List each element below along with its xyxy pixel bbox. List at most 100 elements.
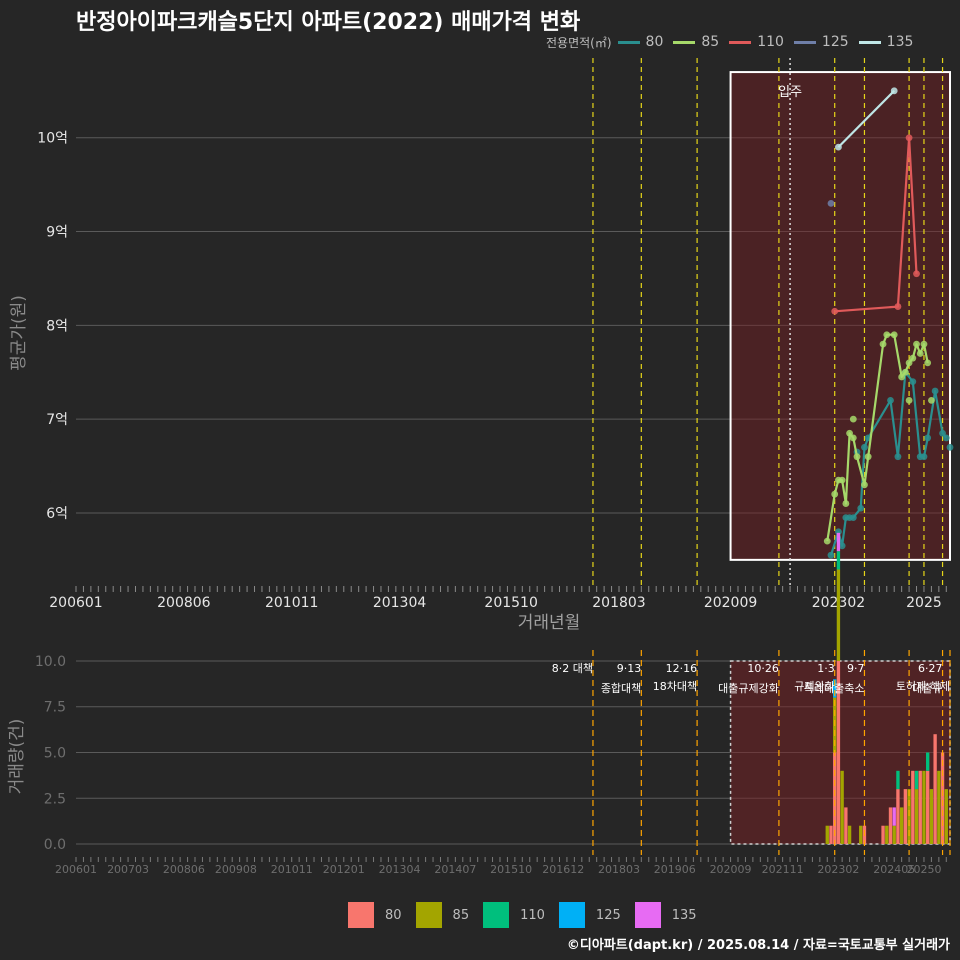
x-tick-label: 201510 [484,595,537,611]
data-point-80 [894,453,902,461]
bar-x-tick-label: 201201 [323,863,365,876]
x-tick-label: 2025 [906,595,942,611]
policy-event-sublabel: 종합대책 [601,682,641,695]
bar-legend-item-85: 85 [415,902,470,928]
legend-item-80: 80 [617,34,664,50]
bar-y-tick-label: 2.5 [44,791,66,807]
policy-event-label: 8·2 대책 [552,662,593,675]
data-point-85 [853,453,861,461]
legend-label: 135 [886,34,914,50]
bar-80 [888,807,893,845]
legend-item-85: 85 [673,34,719,50]
x-tick-label: 202009 [704,595,757,611]
data-point-135 [835,143,842,151]
bar-legend-swatch [415,902,442,928]
bar-80 [829,825,833,845]
y-tick-label: 6억 [46,506,68,522]
bar-legend-item-125: 125 [558,902,621,928]
bar-85 [840,770,844,845]
data-point-80 [942,434,950,442]
data-point-85 [913,340,920,348]
data-point-85 [883,331,891,339]
bar-110 [836,551,841,570]
y-axis-title: 평균가(원) [9,295,29,371]
policy-event-label: 9·7 [847,662,865,675]
bar-110 [926,752,930,771]
bar-80 [881,825,885,845]
data-point-85 [831,490,839,498]
data-point-85 [916,350,924,357]
x-tick-label: 201011 [265,595,318,611]
bar-x-tick-label: 202111 [762,863,804,876]
data-point-80 [946,443,954,451]
policy-event-sublabel: 토허제 해제 [896,679,950,693]
legend-swatch [858,40,881,44]
bar-legend-label: 85 [452,907,470,923]
bar-x-tick-label: 201612 [542,863,584,876]
data-point-85 [842,500,850,507]
data-point-85 [890,331,898,339]
x-tick-label: 201803 [592,595,645,611]
bar-85 [825,825,829,845]
legend-label: 80 [645,34,664,50]
data-point-85 [823,537,831,545]
legend-swatch [729,40,752,44]
policy-event-label: 6·27 [918,662,943,675]
bar-x-tick-label: 202302 [817,863,859,876]
legend-title: 전용면적(㎡) [546,35,612,50]
bar-legend-swatch [483,902,510,928]
y-tick-label: 7억 [46,412,68,428]
data-point-135 [890,87,898,95]
data-point-85 [905,396,913,404]
data-point-85 [849,434,857,442]
source-footer: ©디아파트(dapt.kr) / 2025.08.14 / 자료=국토교통부 실… [566,938,950,953]
bar-x-tick-label: 201803 [598,863,640,876]
data-point-80 [857,504,865,512]
policy-event-label: 9·13 [617,662,642,675]
bar-85 [914,789,919,845]
bar-legend-label: 125 [595,907,621,923]
bar-80 [903,789,908,845]
bar-110 [914,770,919,790]
bar-legend-swatch [558,902,585,928]
bar-legend-item-110: 110 [483,902,545,928]
bar-x-tick-label: 200601 [55,863,97,876]
bar-x-tick-label: 200908 [215,863,257,876]
data-point-85 [861,481,868,489]
bar-110 [896,770,900,790]
bar-85 [937,770,941,845]
legend-label: 85 [701,34,720,50]
data-point-80 [909,378,917,386]
line-legend: 전용면적(㎡) 80 85 110 125 135 [546,32,923,52]
bar-x-tick-label: 200806 [163,863,205,876]
data-point-85 [924,359,932,367]
bar-x-tick-label: 201407 [434,863,476,876]
policy-event-label: 1·3 [817,662,835,675]
chart-canvas: 6억 7억 8억 9억 10억 200601 200806 201011 201304 20151… [7,58,954,876]
bar-y-tick-label: 0.0 [44,837,66,853]
policy-event-label: 12·16 [666,662,698,675]
data-point-85 [920,340,928,348]
bar-80 [926,770,930,845]
move-in-annotation: 입주 [778,85,802,100]
x-tick-label: 200601 [49,595,102,611]
data-point-110 [831,307,839,315]
data-point-110 [905,134,913,142]
legend-swatch [793,40,816,44]
data-point-80 [849,514,857,522]
bar-legend-item-135: 135 [634,902,697,928]
bar-85 [859,825,863,845]
data-point-125 [827,199,835,207]
bar-legend: 80 85 110 125 135 [348,902,711,928]
bar-y-axis-title: 거래량(건) [7,719,27,795]
legend-label: 125 [821,34,849,50]
policy-event-sublabel: 18차대책 [653,680,697,693]
bar-x-tick-label: 200703 [107,863,149,876]
bar-85 [885,825,889,845]
policy-event-sublabel: 대출규제강화 [718,682,779,695]
data-point-110 [913,270,920,278]
bar-85 [892,825,896,845]
data-point-80 [827,551,835,559]
x-axis-title: 거래년월 [518,613,581,633]
legend-item-125: 125 [793,34,849,50]
